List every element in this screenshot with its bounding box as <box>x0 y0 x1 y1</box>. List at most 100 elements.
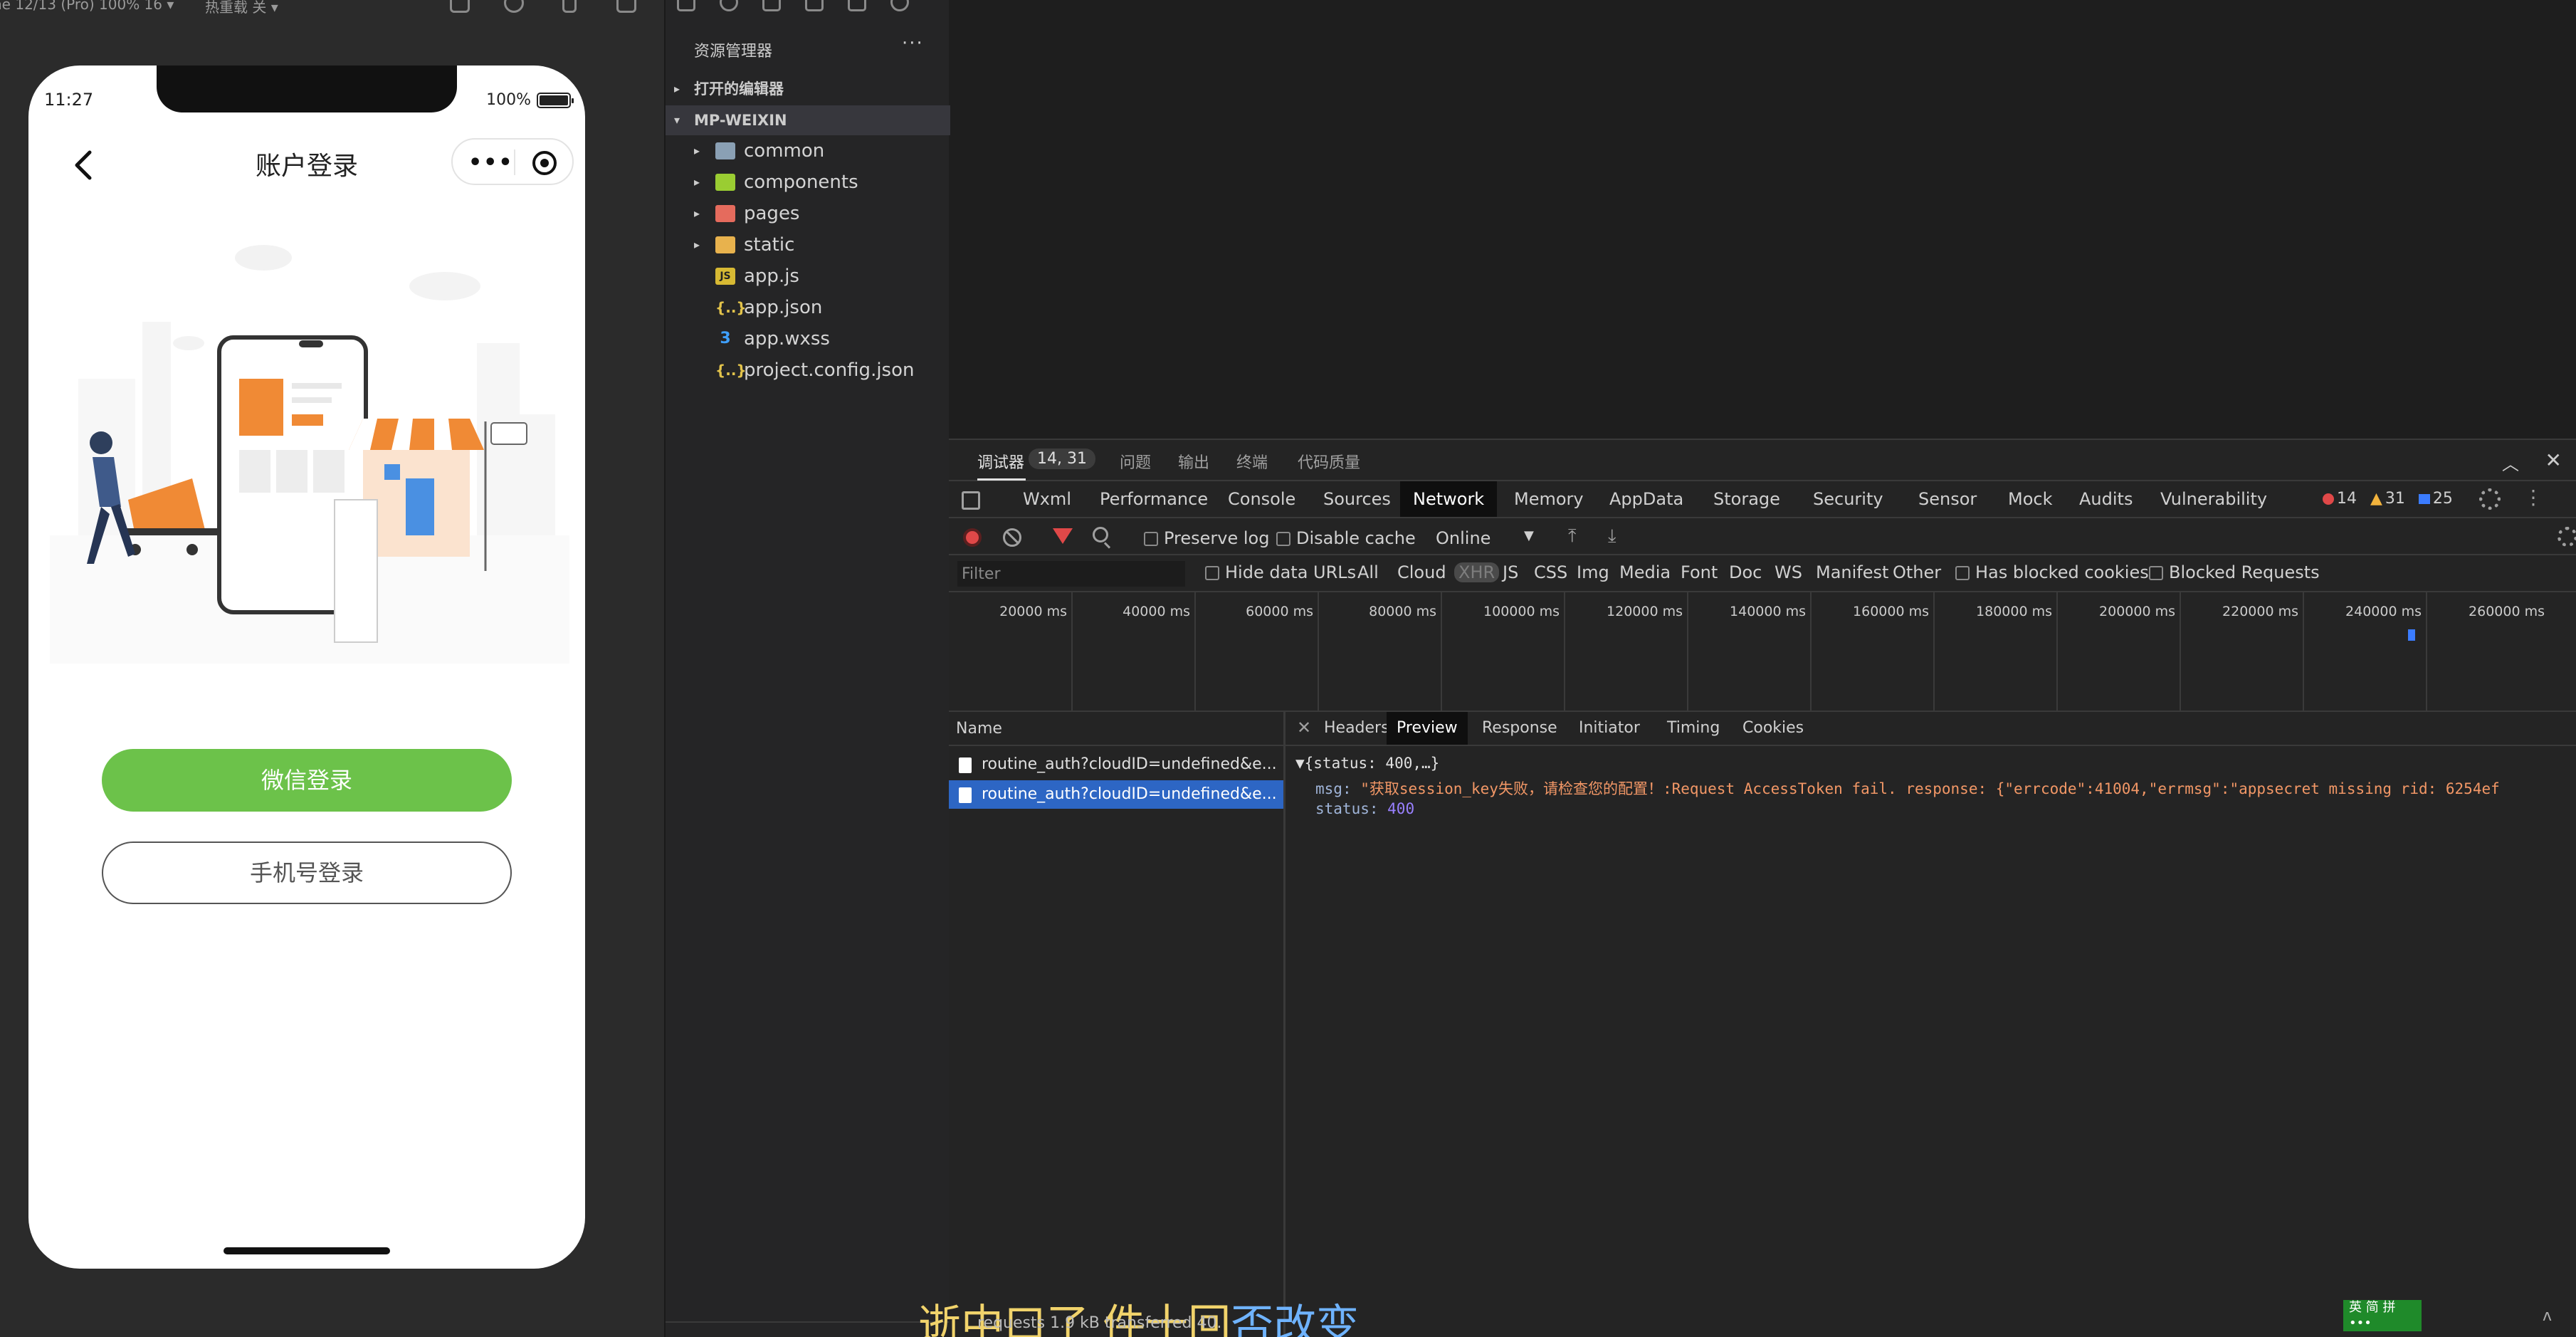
issue-counts[interactable]: 14 ▲ 31 25 <box>2323 490 2453 508</box>
filter-type-xhr[interactable]: XHR <box>1454 562 1500 582</box>
ime-indicator[interactable]: 英 简 拼 ••• <box>2343 1300 2422 1331</box>
caret-down-icon[interactable]: ▼ <box>1524 528 1534 543</box>
filter-icon[interactable] <box>1053 528 1073 544</box>
checkbox-box[interactable] <box>1276 532 1290 546</box>
close-icon[interactable]: ✕ <box>2545 449 2562 472</box>
network-settings-gear-icon[interactable] <box>2557 527 2576 547</box>
extensions-icon[interactable] <box>805 0 824 11</box>
tab-sensor[interactable]: Sensor <box>1905 481 1989 517</box>
more-vertical-icon[interactable]: ⋮ <box>2523 486 2543 509</box>
tree-item-project-config[interactable]: {..} project.config.json <box>666 355 950 386</box>
tab-sources[interactable]: Sources <box>1310 481 1404 517</box>
refresh-icon[interactable] <box>450 0 470 13</box>
hot-reload-toggle[interactable]: 热重载 关 ▾ <box>205 0 278 16</box>
checkbox-box[interactable] <box>1955 566 1970 580</box>
open-editors-section[interactable]: ▸ 打开的编辑器 <box>666 74 950 104</box>
disable-cache-checkbox[interactable]: Disable cache <box>1276 528 1416 548</box>
record-icon[interactable] <box>963 528 982 547</box>
close-miniprogram-icon[interactable] <box>532 151 557 175</box>
filter-type-doc[interactable]: Doc <box>1725 562 1766 582</box>
tab-memory[interactable]: Memory <box>1501 481 1597 517</box>
filter-type-all[interactable]: All <box>1353 562 1383 582</box>
explorer-more-icon[interactable]: ··· <box>902 33 924 54</box>
tree-item-app-js[interactable]: JS app.js <box>666 261 950 292</box>
close-icon[interactable]: ✕ <box>1297 718 1311 738</box>
filter-input[interactable] <box>957 561 1185 587</box>
search-icon[interactable] <box>1093 527 1108 542</box>
checkbox-box[interactable] <box>1205 566 1219 580</box>
tab-appdata[interactable]: AppData <box>1597 481 1696 517</box>
settings-gear-icon[interactable] <box>2479 488 2501 510</box>
panel-icon[interactable] <box>848 0 866 11</box>
chevron-right-icon: ▸ <box>694 175 700 189</box>
filter-type-css[interactable]: CSS <box>1530 562 1572 582</box>
tree-item-components[interactable]: ▸ components <box>666 167 950 198</box>
filter-type-cloud[interactable]: Cloud <box>1393 562 1451 582</box>
filter-type-manifest[interactable]: Manifest <box>1812 562 1893 582</box>
checkbox-box[interactable] <box>2149 566 2163 580</box>
filter-type-ws[interactable]: WS <box>1770 562 1807 582</box>
tab-preview[interactable]: Preview <box>1387 712 1468 745</box>
search-icon[interactable] <box>720 0 738 11</box>
filter-type-media[interactable]: Media <box>1615 562 1675 582</box>
cloud-icon[interactable] <box>890 0 909 11</box>
more-dots-icon[interactable]: ••• <box>468 152 514 174</box>
export-har-icon[interactable]: ⤓ <box>1608 525 1616 547</box>
tab-vulnerability[interactable]: Vulnerability <box>2147 481 2280 517</box>
throttle-select[interactable]: Online <box>1436 528 1491 548</box>
hide-data-urls-checkbox[interactable]: Hide data URLs <box>1205 562 1356 582</box>
tree-item-static[interactable]: ▸ static <box>666 229 950 261</box>
tab-wxml[interactable]: Wxml <box>1010 481 1084 517</box>
tab-storage[interactable]: Storage <box>1700 481 1793 517</box>
files-icon[interactable] <box>677 0 695 11</box>
device-selector[interactable]: ne 12/13 (Pro) 100% 16 ▾ <box>0 0 174 13</box>
tab-timing[interactable]: Timing <box>1657 712 1730 745</box>
inspect-element-icon[interactable] <box>962 491 980 510</box>
requests-name-header[interactable]: Name <box>949 712 1283 746</box>
source-control-icon[interactable] <box>762 0 781 11</box>
tab-output[interactable]: 输出 <box>1178 450 1209 473</box>
phone-icon[interactable] <box>562 0 577 13</box>
preserve-log-checkbox[interactable]: Preserve log <box>1144 528 1269 548</box>
blocked-requests-checkbox[interactable]: Blocked Requests <box>2149 562 2320 582</box>
wechat-login-button[interactable]: 微信登录 <box>102 749 512 812</box>
filter-type-js[interactable]: JS <box>1498 562 1523 582</box>
timeline-gridline <box>1441 592 1442 711</box>
tab-performance[interactable]: Performance <box>1087 481 1221 517</box>
tab-issues[interactable]: 问题 <box>1120 450 1151 473</box>
stop-icon[interactable] <box>504 0 524 13</box>
tab-terminal[interactable]: 终端 <box>1236 450 1268 473</box>
filter-type-font[interactable]: Font <box>1676 562 1722 582</box>
window-icon[interactable] <box>616 0 636 13</box>
tab-audits[interactable]: Audits <box>2066 481 2145 517</box>
has-blocked-cookies-checkbox[interactable]: Has blocked cookies <box>1955 562 2149 582</box>
tab-debugger[interactable]: 调试器 <box>977 450 1026 481</box>
tree-item-pages[interactable]: ▸ pages <box>666 198 950 229</box>
request-row[interactable]: routine_auth?cloudID=undefined&e... <box>949 750 1283 779</box>
tray-icon[interactable]: ʌ <box>2543 1307 2552 1325</box>
tab-mock[interactable]: Mock <box>1995 481 2065 517</box>
project-root-section[interactable]: ▾ MP-WEIXIN <box>666 105 950 135</box>
tab-cookies[interactable]: Cookies <box>1733 712 1814 745</box>
checkbox-box[interactable] <box>1144 532 1158 546</box>
clear-icon[interactable] <box>1003 528 1021 547</box>
wxss-file-icon: 3 <box>720 330 731 347</box>
tree-item-app-wxss[interactable]: 3 app.wxss <box>666 323 950 355</box>
network-timeline[interactable]: 20000 ms 40000 ms 60000 ms 80000 ms 1000… <box>949 592 2576 712</box>
filter-type-img[interactable]: Img <box>1572 562 1614 582</box>
tab-network[interactable]: Network <box>1400 481 1498 517</box>
json-root-node[interactable]: ▼{status: 400,…} <box>1295 755 1439 772</box>
tab-initiator[interactable]: Initiator <box>1569 712 1650 745</box>
phone-login-button[interactable]: 手机号登录 <box>102 841 512 904</box>
filter-type-other[interactable]: Other <box>1888 562 1945 582</box>
tab-code-quality[interactable]: 代码质量 <box>1298 450 1360 473</box>
timeline-label: 40000 ms <box>1123 604 1190 619</box>
request-row-selected[interactable]: routine_auth?cloudID=undefined&e... <box>949 780 1283 809</box>
tab-console[interactable]: Console <box>1215 481 1308 517</box>
tab-response[interactable]: Response <box>1472 712 1567 745</box>
tree-item-common[interactable]: ▸ common <box>666 135 950 167</box>
chevron-up-icon[interactable]: ︿ <box>2502 450 2519 475</box>
tree-item-app-json[interactable]: {..} app.json <box>666 292 950 323</box>
tab-security[interactable]: Security <box>1800 481 1896 517</box>
import-har-icon[interactable]: ⤒ <box>1568 525 1577 547</box>
